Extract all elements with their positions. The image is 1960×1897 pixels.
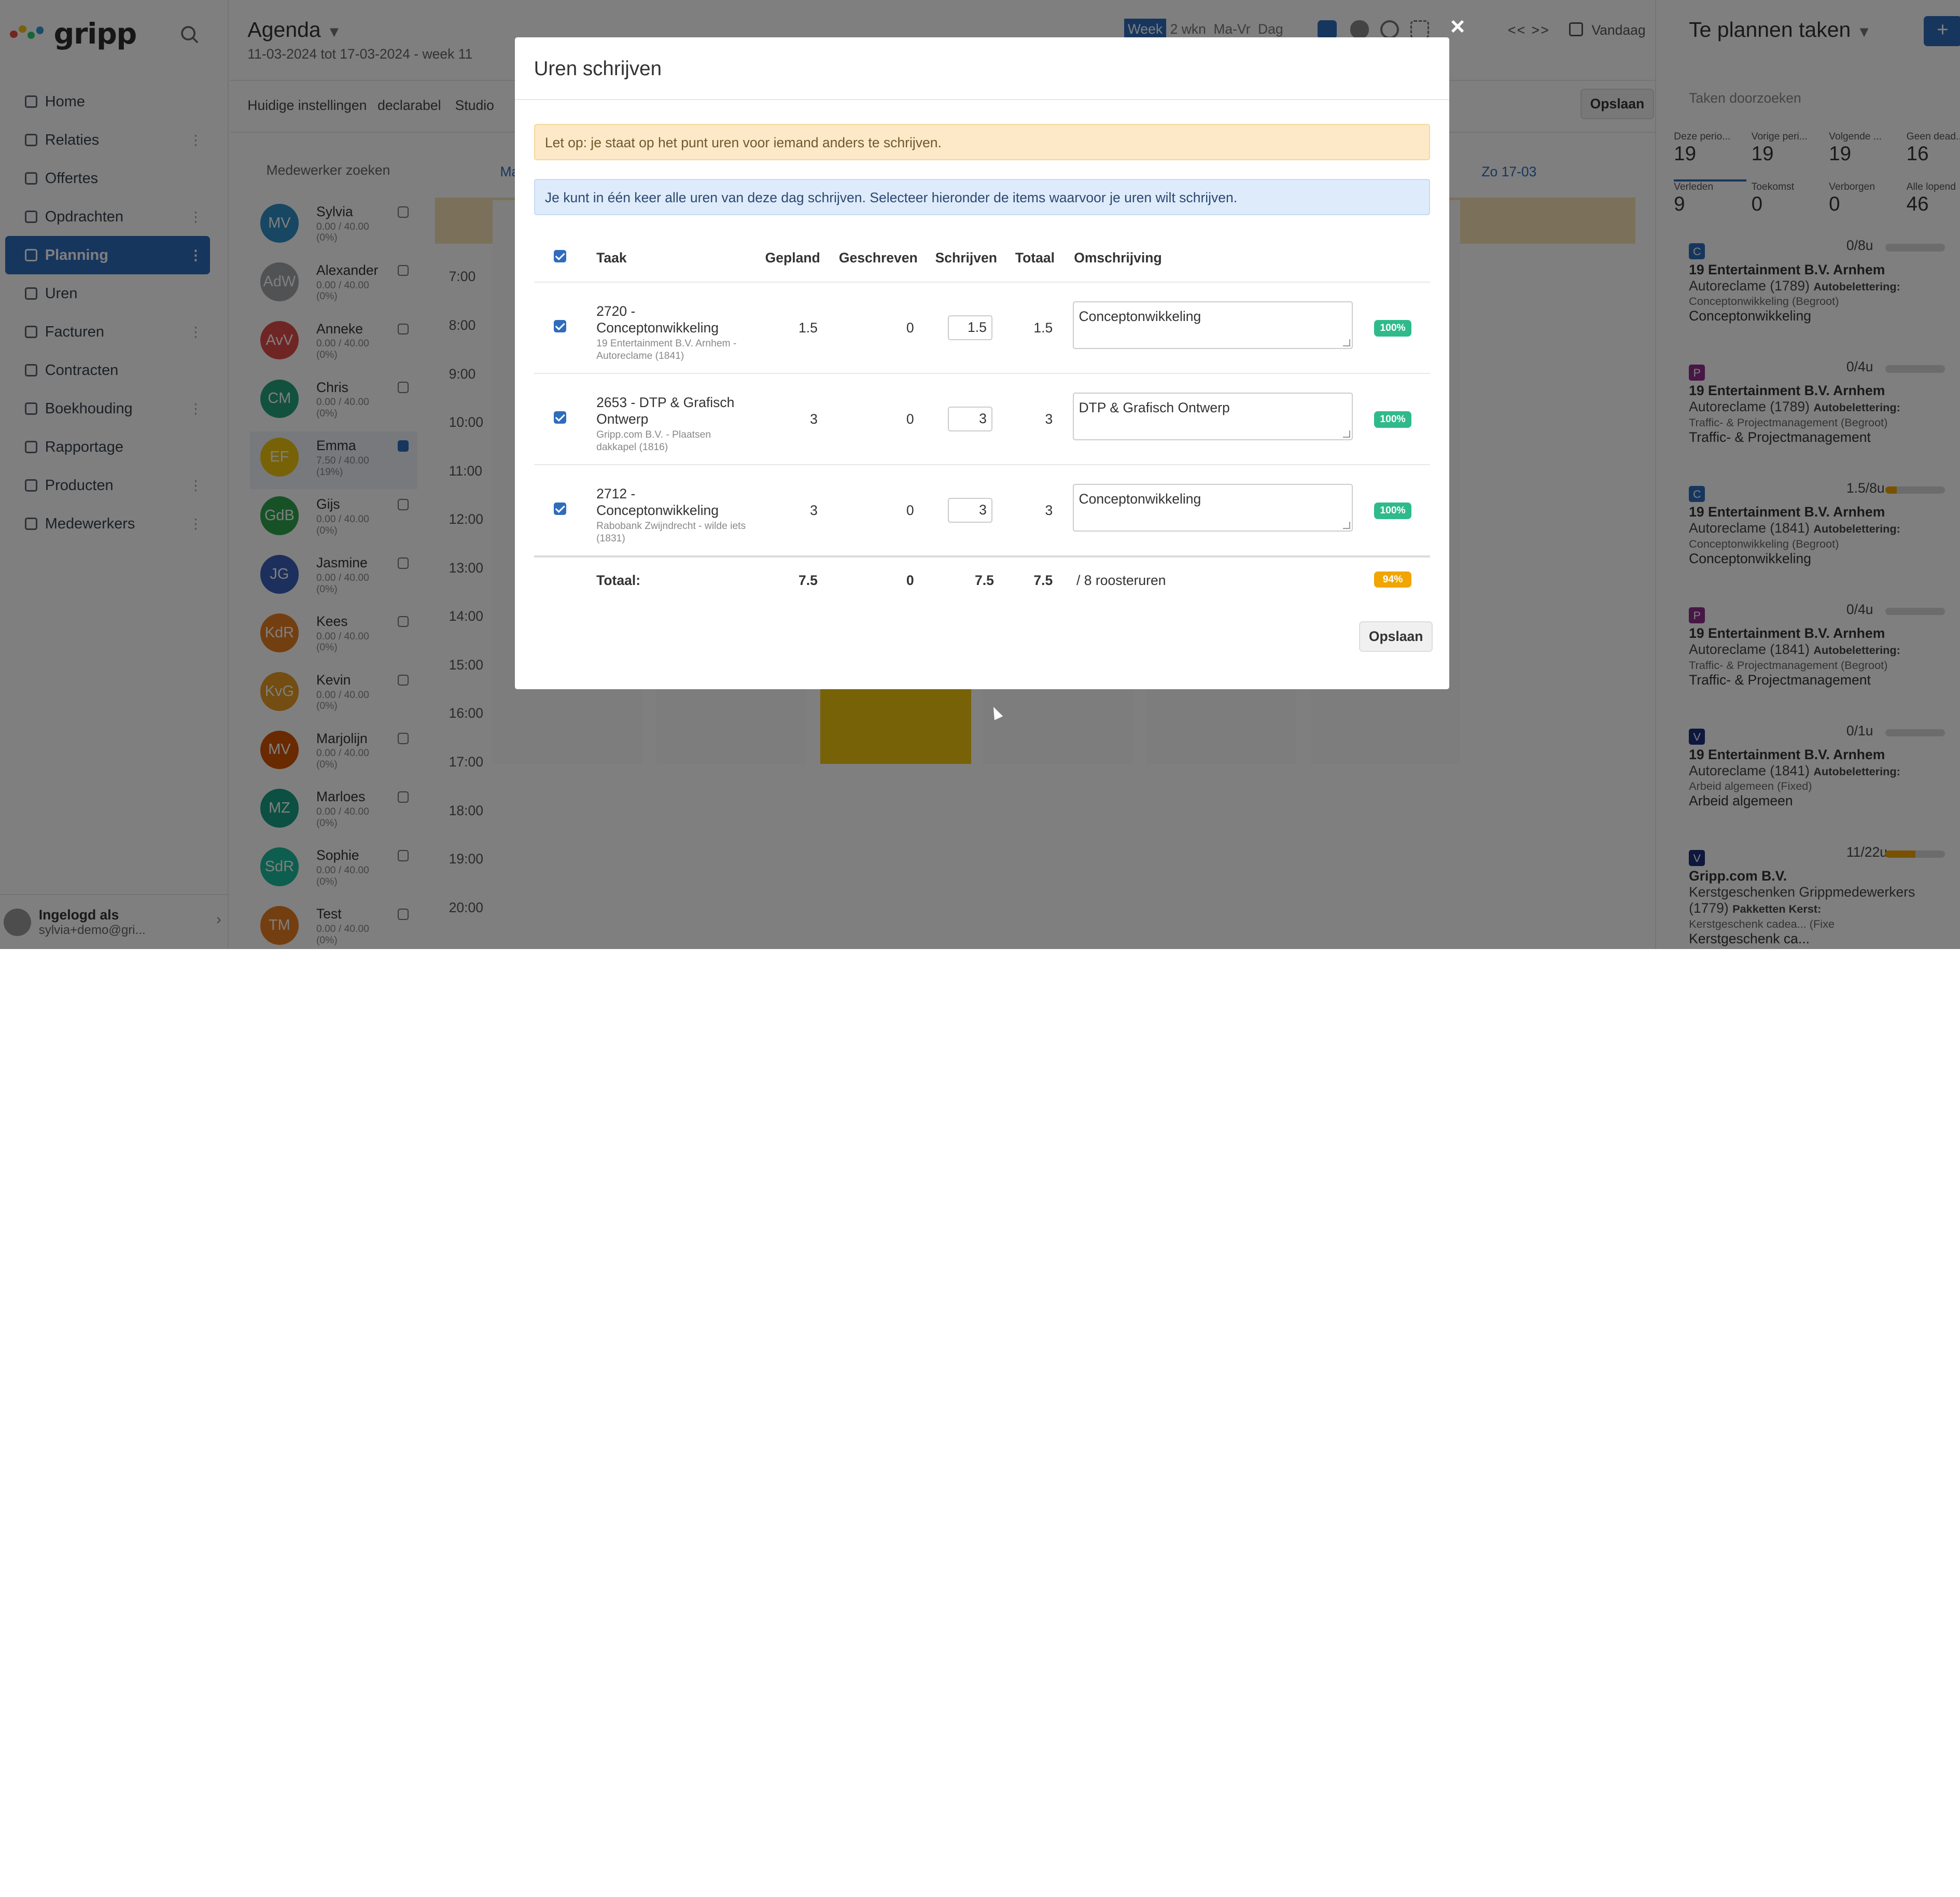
save-button[interactable]: Opslaan (1359, 621, 1433, 652)
write-hours-modal: Uren schrijven Let op: je staat op het p… (515, 37, 1449, 689)
description-textarea[interactable]: DTP & Grafisch Ontwerp (1072, 393, 1353, 440)
modal-title: Uren schrijven (515, 37, 1449, 100)
close-icon[interactable]: × (1450, 13, 1465, 39)
app: gripp HomeRelaties⋮OffertesOpdrachten⋮Pl… (0, 0, 1960, 950)
total-total: 7.5 (1033, 573, 1053, 589)
row-checkbox[interactable] (554, 411, 567, 424)
percentage-badge: 100% (1374, 411, 1412, 428)
row-checkbox[interactable] (554, 503, 567, 515)
task-subtitle: 19 Entertainment B.V. Arnhem - Autorecla… (596, 338, 737, 362)
row-task: 2720 - Conceptonwikkeling 19 Entertainmen… (596, 303, 746, 363)
write-hours-input[interactable]: 3 (947, 406, 993, 431)
column-header-task: Taak (596, 250, 627, 266)
warning-alert: Let op: je staat op het punt uren voor i… (534, 123, 1431, 160)
task-subtitle: Rabobank Zwijndrecht - wilde iets (1831) (596, 521, 746, 545)
total-planned: 7.5 (799, 573, 818, 589)
description-textarea[interactable]: Conceptonwikkeling (1072, 484, 1353, 532)
row-task: 2653 - DTP & Grafisch Ontwerp Gripp.com B… (596, 394, 746, 454)
select-all-checkbox[interactable] (554, 250, 567, 263)
total-written: 0 (906, 573, 914, 589)
column-header-total: Totaal (1015, 250, 1055, 266)
planned-value: 3 (810, 503, 818, 519)
write-hours-input[interactable]: 1.5 (947, 315, 993, 340)
divider (534, 372, 1431, 374)
total-write: 7.5 (975, 573, 994, 589)
column-header-description: Omschrijving (1074, 250, 1162, 266)
planned-value: 1.5 (799, 320, 818, 336)
task-title: 2720 - Conceptonwikkeling (596, 303, 719, 336)
written-value: 0 (906, 411, 914, 427)
total-percentage-badge: 94% (1374, 571, 1412, 588)
total-value: 1.5 (1033, 320, 1053, 336)
total-value: 3 (1045, 503, 1053, 519)
description-textarea[interactable]: Conceptonwikkeling (1072, 301, 1353, 349)
totals-label: Totaal: (596, 573, 641, 589)
written-value: 0 (906, 503, 914, 519)
task-title: 2653 - DTP & Grafisch Ontwerp (596, 394, 735, 427)
row-checkbox[interactable] (554, 320, 567, 333)
planned-value: 3 (810, 411, 818, 427)
written-value: 0 (906, 320, 914, 336)
roster-hours: / 8 roosteruren (1076, 573, 1166, 589)
total-value: 3 (1045, 411, 1053, 427)
percentage-badge: 100% (1374, 320, 1412, 337)
task-title: 2712 - Conceptonwikkeling (596, 485, 719, 519)
divider (534, 464, 1431, 465)
percentage-badge: 100% (1374, 503, 1412, 519)
divider (534, 555, 1431, 558)
write-hours-input[interactable]: 3 (947, 497, 993, 523)
row-task: 2712 - Conceptonwikkeling Rabobank Zwijnd… (596, 485, 746, 546)
column-header-planned: Gepland (765, 250, 820, 266)
column-header-written: Geschreven (838, 250, 918, 266)
info-alert: Je kunt in één keer alle uren van deze d… (534, 178, 1431, 215)
column-header-write: Schrijven (935, 250, 997, 266)
task-subtitle: Gripp.com B.V. - Plaatsen dakkapel (1816… (596, 429, 711, 453)
divider (534, 281, 1431, 283)
